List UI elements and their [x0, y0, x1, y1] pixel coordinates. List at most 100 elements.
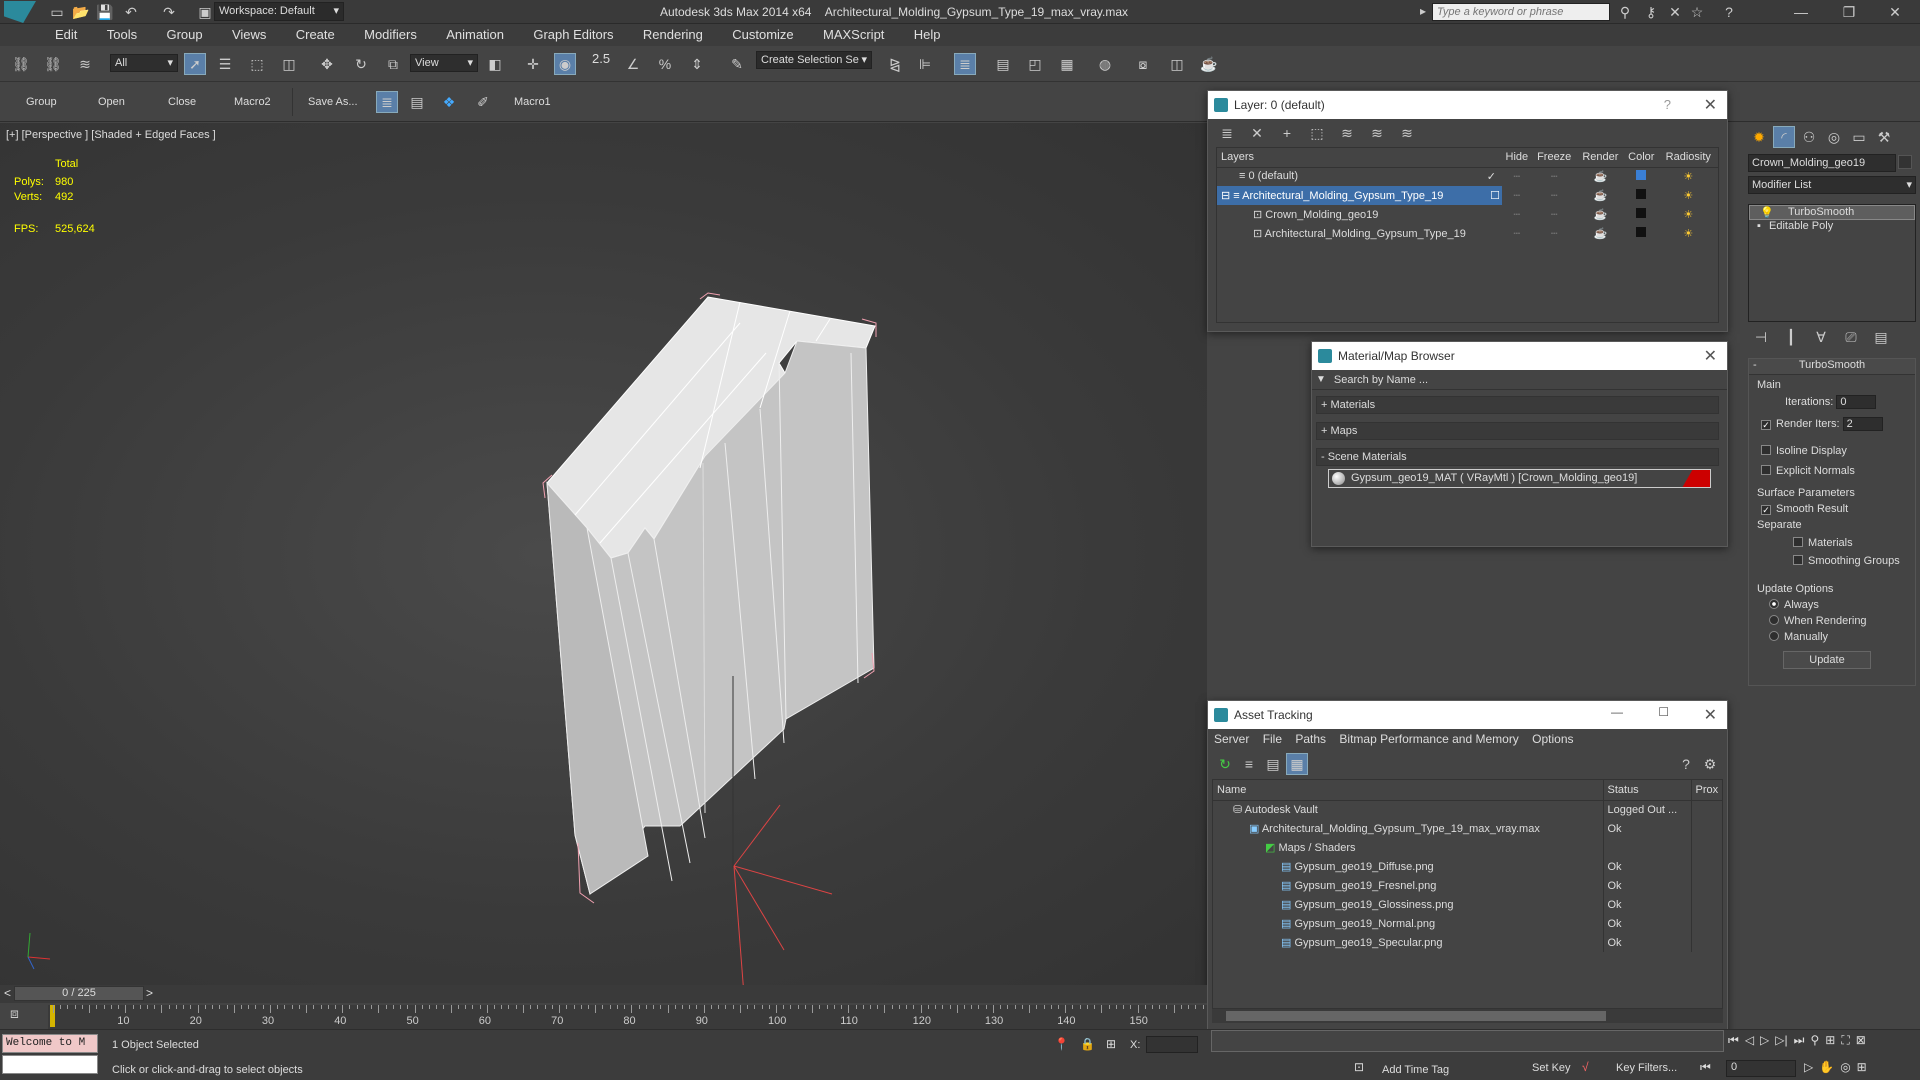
open-file-icon[interactable]: 📂 — [70, 1, 92, 23]
radiosity-icon[interactable]: ☀ — [1659, 224, 1718, 243]
rendered-frame-icon[interactable]: ◫ — [1166, 53, 1188, 75]
hide-all-icon[interactable]: ≋ — [1366, 122, 1388, 144]
edit-named-sets-icon[interactable]: ✎ — [726, 53, 748, 75]
color-palette-icon[interactable]: ❖ — [438, 91, 460, 113]
window-crossing-icon[interactable]: ◫ — [278, 53, 300, 75]
app-logo-icon[interactable] — [4, 1, 36, 23]
menu-maxscript[interactable]: MAXScript — [810, 24, 897, 42]
freeze-all-icon[interactable]: ≋ — [1396, 122, 1418, 144]
minimize-icon[interactable]: — — [1611, 705, 1623, 719]
maxscript-output[interactable] — [2, 1055, 98, 1074]
add-to-layer-icon[interactable]: + — [1276, 122, 1298, 144]
layer-manager-titlebar[interactable]: Layer: 0 (default) ? ✕ — [1208, 91, 1727, 119]
select-object-icon[interactable]: ➚ — [184, 53, 206, 75]
zoom-icon[interactable]: ⚲ — [1810, 1033, 1819, 1053]
key-icon[interactable]: ⚷ — [1640, 1, 1662, 23]
make-unique-icon[interactable]: ∀ — [1810, 326, 1832, 348]
new-file-icon[interactable]: ▭ — [46, 1, 68, 23]
teapot-icon[interactable]: ☕ — [1577, 186, 1624, 205]
hierarchy-tab-icon[interactable]: ⚇ — [1798, 126, 1820, 148]
table-row[interactable]: ▤ Gypsum_geo19_Fresnel.png Ok — [1213, 876, 1722, 895]
link-icon[interactable]: ⛓ — [10, 53, 32, 75]
menu-group[interactable]: Group — [153, 24, 215, 42]
status-message-field[interactable] — [1211, 1030, 1724, 1052]
teapot-icon[interactable]: ☕ — [1577, 205, 1624, 224]
asset-menu-bitmap[interactable]: Bitmap Performance and Memory — [1339, 732, 1518, 746]
rect-selection-icon[interactable]: ⬚ — [246, 53, 268, 75]
layer-toggle-icon[interactable]: ≣ — [376, 91, 398, 113]
col-freeze[interactable]: Freeze — [1532, 148, 1577, 167]
delete-layer-icon[interactable]: ✕ — [1246, 122, 1268, 144]
select-in-layer-icon[interactable]: ⬚ — [1306, 122, 1328, 144]
prev-key-icon[interactable]: ◁ — [1745, 1033, 1754, 1053]
zoom-extents-icon[interactable]: ⛶ — [1841, 1033, 1849, 1053]
close-button[interactable]: Close — [168, 96, 196, 108]
binoculars-icon[interactable]: ⚲ — [1614, 1, 1636, 23]
list-view-icon[interactable]: ≡ — [1238, 753, 1260, 775]
active-layer-checkbox[interactable]: ☐ — [1490, 189, 1502, 202]
layer-color-swatch[interactable] — [1636, 189, 1647, 199]
separate-smoothing-checkbox[interactable] — [1793, 555, 1803, 565]
isoline-checkbox[interactable] — [1761, 445, 1771, 455]
table-row[interactable]: ⊡ Crown_Molding_geo19 ┄ ┄ ☕ ☀ — [1217, 205, 1718, 224]
col-status[interactable]: Status — [1603, 780, 1692, 800]
settings-icon[interactable]: ⚙ — [1699, 753, 1721, 775]
menu-rendering[interactable]: Rendering — [630, 24, 716, 42]
layer-manager-icon[interactable]: ≣ — [954, 53, 976, 75]
scene-material-item[interactable]: Gypsum_geo19_MAT ( VRayMtl ) [Crown_Mold… — [1328, 469, 1711, 488]
go-to-end-icon[interactable]: ⏭ — [1794, 1033, 1805, 1053]
maximize-icon[interactable]: ☐ — [1658, 705, 1669, 719]
open-button[interactable]: Open — [98, 96, 125, 108]
molding-3d-model[interactable] — [0, 123, 1207, 985]
brush-icon[interactable]: ✐ — [472, 91, 494, 113]
layer-color-swatch[interactable] — [1636, 170, 1647, 181]
layer-list-icon[interactable]: ▤ — [406, 91, 428, 113]
named-selection-select[interactable]: Create Selection Se ▾ — [756, 51, 872, 69]
keyboard-shortcut-icon[interactable]: ◉ — [554, 53, 576, 75]
maximize-toggle-icon[interactable]: ⊞ — [1857, 1060, 1867, 1074]
project-folder-icon[interactable]: ▣ — [194, 1, 216, 23]
spinner-snap-icon[interactable]: ⇕ — [686, 53, 708, 75]
move-icon[interactable]: ✥ — [316, 53, 338, 75]
reference-coord-select[interactable]: View ▾ — [410, 54, 478, 72]
col-hide[interactable]: Hide — [1502, 148, 1532, 167]
remove-modifier-icon[interactable]: ⎚ — [1840, 326, 1862, 348]
group-button[interactable]: Group — [26, 96, 57, 108]
col-color[interactable]: Color — [1624, 148, 1659, 167]
table-row[interactable]: ⊟ ≡ Architectural_Molding_Gypsum_Type_19… — [1217, 186, 1718, 205]
col-radiosity[interactable]: Radiosity — [1659, 148, 1718, 167]
restore-icon[interactable]: ❐ — [1838, 1, 1860, 23]
utilities-tab-icon[interactable]: ⚒ — [1873, 126, 1895, 148]
menu-tools[interactable]: Tools — [94, 24, 150, 42]
render-iters-spinner[interactable]: 2 — [1842, 417, 1883, 431]
smooth-result-checkbox[interactable]: ✓ — [1761, 505, 1771, 515]
menu-customize[interactable]: Customize — [719, 24, 806, 42]
pivot-center-icon[interactable]: ◧ — [484, 53, 506, 75]
bind-space-warp-icon[interactable]: ≋ — [74, 53, 96, 75]
redo-icon[interactable]: ↷ — [158, 1, 180, 23]
current-frame-field[interactable]: 0 — [1726, 1060, 1796, 1077]
configure-sets-icon[interactable]: ▤ — [1870, 326, 1892, 348]
asset-horizontal-scrollbar[interactable] — [1212, 1009, 1723, 1023]
table-row[interactable]: ⛁ Autodesk Vault Logged Out ... — [1213, 800, 1722, 819]
select-manipulate-icon[interactable]: ✛ — [522, 53, 544, 75]
time-slider[interactable]: < 0 / 225 > — [0, 985, 1207, 1003]
table-row[interactable]: ▤ Gypsum_geo19_Specular.png Ok — [1213, 933, 1722, 952]
table-row[interactable]: ▤ Gypsum_geo19_Diffuse.png Ok — [1213, 857, 1722, 876]
menu-modifiers[interactable]: Modifiers — [351, 24, 430, 42]
percent-snap-icon[interactable]: % — [654, 53, 676, 75]
pin-stack-icon[interactable]: ⊣ — [1750, 326, 1772, 348]
menu-help[interactable]: Help — [901, 24, 954, 42]
undo-icon[interactable]: ↶ — [120, 1, 142, 23]
track-bar[interactable]: 10 20 30 40 50 60 70 80 90 100 110 120 130 140 150 — [48, 1005, 1207, 1029]
play-icon[interactable]: ▷ — [1760, 1033, 1769, 1053]
radiosity-icon[interactable]: ☀ — [1659, 167, 1718, 186]
maximize-viewport-icon[interactable]: ⊠ — [1856, 1033, 1866, 1053]
key-mode-toggle-icon[interactable]: ⏮ — [1700, 1060, 1711, 1075]
stack-item-editable-poly[interactable]: ▪ Editable Poly — [1749, 220, 1915, 235]
object-name-field[interactable]: Crown_Molding_geo19 — [1748, 154, 1896, 172]
stack-item-turbosmooth[interactable]: 💡 TurboSmooth — [1749, 205, 1915, 220]
always-radio[interactable] — [1769, 599, 1779, 609]
asset-menu-paths[interactable]: Paths — [1295, 732, 1326, 746]
time-tag-icon[interactable]: ⊡ — [1354, 1060, 1364, 1074]
